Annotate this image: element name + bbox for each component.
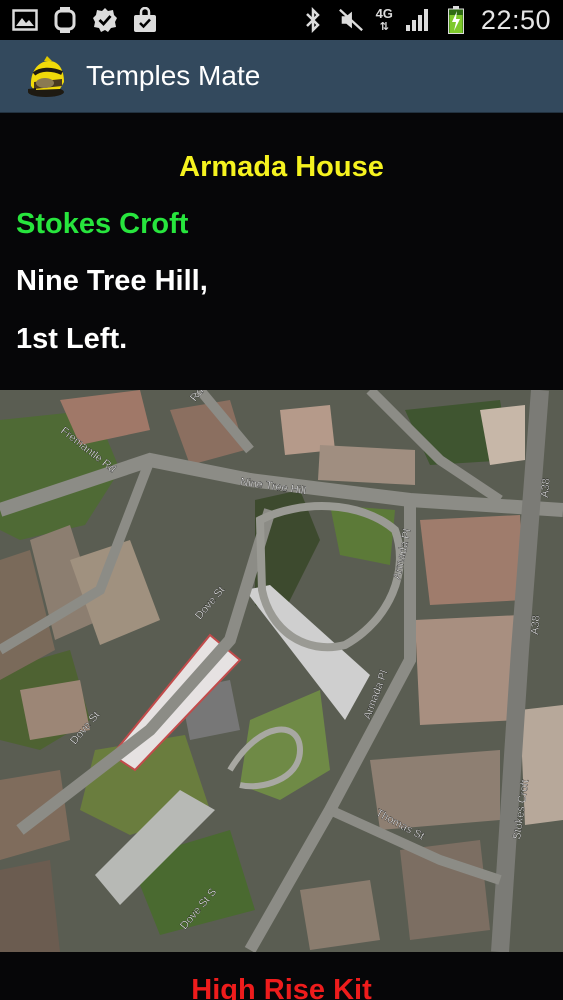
direction-line-1: Nine Tree Hill, [16,265,208,297]
system-icons: 4G ⇅ 22:50 [300,5,551,36]
map-image: Fremantle Rd Nine Tree Hill Armada Pl Do… [0,390,563,952]
direction-line-2: 1st Left. [16,323,128,355]
street-label: A38 [539,478,553,499]
clock: 22:50 [480,4,551,35]
notification-icons [12,7,158,33]
firefighter-helmet-icon[interactable] [22,52,70,100]
building-name: Armada House [179,151,384,183]
area-name: Stokes Croft [16,208,189,240]
network-label: 4G [375,5,393,21]
shopping-bag-icon [132,7,158,33]
network-type: 4G ⇅ [375,5,393,33]
location-info-panel: Armada House Stokes Croft Nine Tree Hill… [0,113,563,390]
street-label: A38 [529,615,543,636]
watch-icon [52,7,78,33]
kit-label: High Rise Kit [191,974,372,1000]
gallery-icon [12,7,38,33]
status-bar: 4G ⇅ 22:50 [0,0,563,40]
mute-icon [338,7,364,33]
signal-icon [405,7,431,33]
data-arrows-icon: ⇅ [379,20,389,33]
app-bar: Temples Mate [0,40,563,113]
bluetooth-icon [300,7,326,33]
badge-check-icon [92,7,118,33]
app-title: Temples Mate [86,60,261,91]
satellite-map[interactable]: Fremantle Rd Nine Tree Hill Armada Pl Do… [0,390,563,952]
battery-charging-icon [443,6,469,34]
kit-panel: High Rise Kit [0,952,563,1000]
